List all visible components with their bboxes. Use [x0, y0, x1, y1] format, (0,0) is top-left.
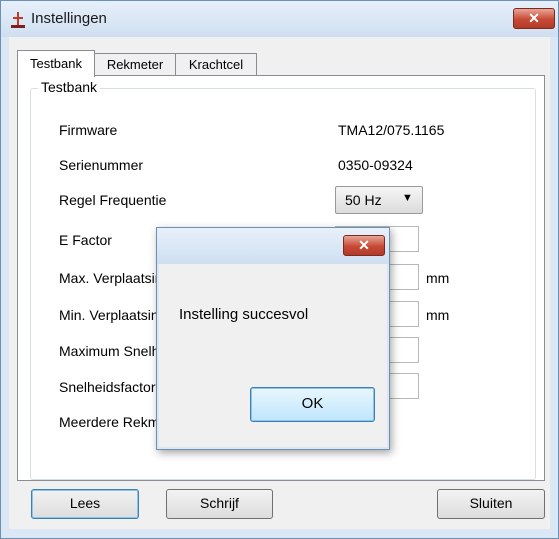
group-title: Testbank [38, 79, 101, 95]
dialog-message: Instelling succesvol [179, 306, 309, 323]
app-icon [11, 12, 25, 28]
frequency-value: 50 Hz [345, 192, 382, 208]
title-bar[interactable]: Instellingen ✕ [1, 1, 558, 37]
frequency-label: Regel Frequentie [59, 192, 167, 208]
serial-label: Serienummer [59, 157, 144, 173]
e-factor-label: E Factor [59, 232, 112, 248]
serial-value: 0350-09324 [338, 157, 413, 173]
message-dialog: ✕ Instelling succesvol OK [156, 227, 390, 450]
chevron-down-icon: ▼ [402, 192, 413, 204]
min-displacement-unit: mm [426, 307, 450, 323]
min-displacement-label: Min. Verplaatsing [59, 307, 167, 323]
firmware-label: Firmware [59, 122, 118, 138]
max-displacement-unit: mm [426, 270, 450, 286]
tab-krachtcel[interactable]: Krachtcel [175, 53, 257, 76]
close-button[interactable]: Sluiten [437, 489, 545, 519]
speed-factor-label: Snelheidsfactor [59, 379, 156, 395]
settings-window: Instellingen ✕ Testbank Rekmeter Krachtc… [0, 0, 559, 539]
max-displacement-label: Max. Verplaatsing [59, 270, 171, 286]
write-button[interactable]: Schrijf [166, 489, 273, 519]
dialog-close-icon[interactable]: ✕ [343, 235, 385, 256]
tab-rekmeter[interactable]: Rekmeter [93, 53, 177, 76]
firmware-value: TMA12/075.1165 [338, 122, 445, 138]
read-button[interactable]: Lees [31, 489, 139, 519]
close-icon[interactable]: ✕ [513, 8, 555, 29]
dialog-body: Instelling succesvol OK [159, 264, 387, 447]
frequency-select[interactable]: 50 Hz ▼ [335, 186, 423, 214]
ok-button[interactable]: OK [250, 387, 375, 422]
window-title: Instellingen [31, 10, 107, 27]
tab-testbank[interactable]: Testbank [17, 50, 95, 77]
dialog-title-bar[interactable]: ✕ [157, 228, 389, 264]
